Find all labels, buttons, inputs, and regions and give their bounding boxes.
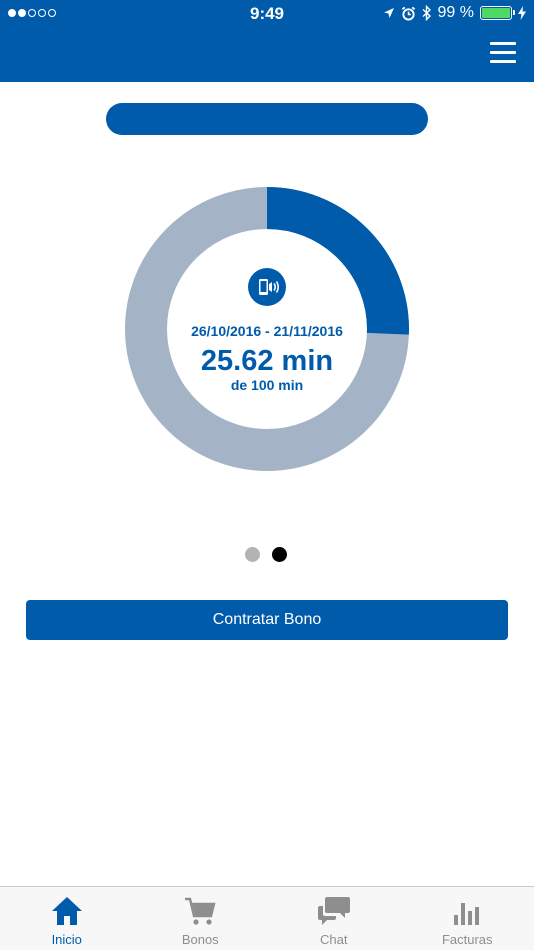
app-screen: 9:49 99 % 26/10/2016 - 21/11/2016 25.62 … <box>0 0 534 950</box>
tab-label: Inicio <box>51 932 82 947</box>
usage-used-minutes: 25.62 min <box>200 345 334 377</box>
plan-title-pill <box>106 103 428 135</box>
hamburger-menu-icon[interactable] <box>490 42 518 66</box>
shopping-cart-icon <box>185 897 216 925</box>
status-right-group: 99 % <box>383 4 526 22</box>
usage-total-minutes: de 100 min <box>230 377 304 393</box>
contratar-bono-button[interactable]: Contratar Bono <box>26 600 508 640</box>
menu-line <box>490 51 516 54</box>
tab-chat[interactable]: Chat <box>267 887 401 950</box>
status-bar: 9:49 99 % <box>0 0 534 28</box>
charging-bolt-icon <box>518 6 526 20</box>
menu-line <box>490 60 516 63</box>
phone-call-icon-svg <box>259 279 280 295</box>
tab-inicio[interactable]: Inicio <box>0 887 134 950</box>
page-dot-2[interactable] <box>272 547 287 562</box>
tab-bar: Inicio Bonos Chat Facturas <box>0 886 534 950</box>
tab-bonos[interactable]: Bonos <box>134 887 268 950</box>
battery-fill <box>482 8 510 18</box>
home-icon <box>51 897 82 925</box>
bar-chart-icon <box>454 903 480 925</box>
usage-date-range: 26/10/2016 - 21/11/2016 <box>191 323 343 339</box>
page-indicator <box>245 547 287 562</box>
tab-label: Facturas <box>441 932 493 947</box>
menu-line <box>490 42 516 45</box>
tab-label: Bonos <box>181 932 219 947</box>
tab-facturas[interactable]: Facturas <box>401 887 534 950</box>
usage-donut-chart: 26/10/2016 - 21/11/2016 25.62 min de 100… <box>125 187 409 471</box>
bluetooth-icon <box>422 5 431 21</box>
battery-icon <box>480 6 515 20</box>
location-arrow-icon <box>383 8 394 18</box>
page-dot-1[interactable] <box>245 547 260 562</box>
usage-summary: 26/10/2016 - 21/11/2016 25.62 min de 100… <box>125 187 409 471</box>
phone-call-icon <box>248 268 286 306</box>
battery-percent: 99 % <box>437 4 474 21</box>
tab-label: Chat <box>320 932 348 947</box>
navigation-bar: 9:49 99 % <box>0 0 534 82</box>
chat-bubbles-icon <box>317 897 350 925</box>
alarm-icon <box>401 6 415 21</box>
